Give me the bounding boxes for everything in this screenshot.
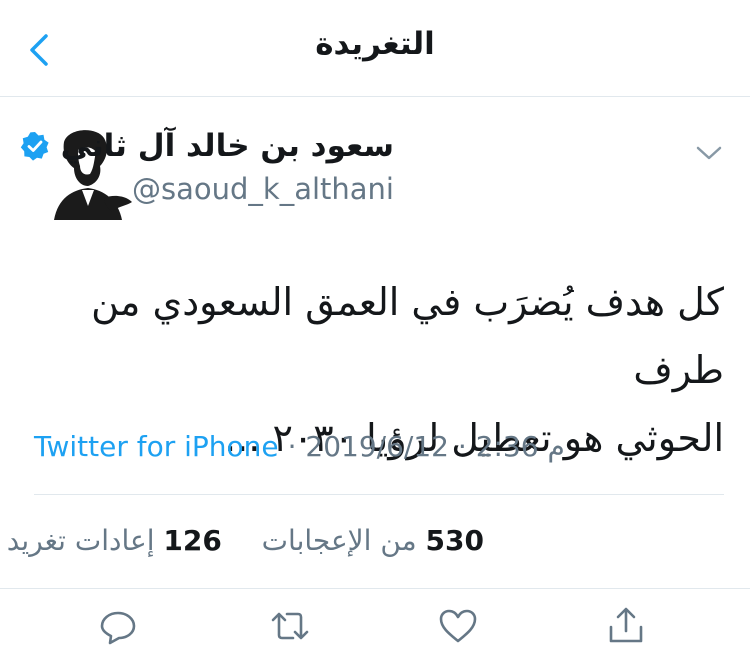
page-title: التغريدة bbox=[315, 26, 435, 62]
action-bar bbox=[0, 604, 750, 654]
divider bbox=[0, 588, 750, 589]
tweet-time: 2:36 م bbox=[475, 430, 565, 463]
tweet-text-line-1: كل هدف يُضرَب في العمق السعودي من طرف bbox=[91, 280, 724, 392]
display-name[interactable]: سعود بن خالد آل ثاني bbox=[61, 128, 394, 164]
separator: · bbox=[457, 430, 476, 463]
retweets-stat[interactable]: 126 إعادات تغريد bbox=[7, 524, 222, 557]
like-icon[interactable] bbox=[436, 604, 480, 648]
verified-badge-icon bbox=[20, 132, 49, 161]
handle[interactable]: @saoud_k_althani bbox=[132, 172, 394, 206]
retweets-label: إعادات تغريد bbox=[6, 524, 155, 557]
reply-icon[interactable] bbox=[96, 604, 140, 648]
share-icon[interactable] bbox=[604, 604, 648, 648]
likes-label: من الإعجابات bbox=[261, 524, 417, 557]
engagement-stats: 530 من الإعجابات 126 إعادات تغريد bbox=[7, 524, 484, 557]
likes-count: 530 bbox=[425, 524, 484, 557]
likes-stat[interactable]: 530 من الإعجابات bbox=[253, 524, 484, 557]
tweet-date: 2019/6/12 bbox=[305, 430, 449, 463]
top-bar: التغريدة bbox=[0, 0, 750, 97]
separator: · bbox=[287, 430, 306, 463]
retweet-icon[interactable] bbox=[268, 604, 312, 648]
source-link[interactable]: Twitter for iPhone bbox=[34, 430, 279, 463]
retweets-count: 126 bbox=[163, 524, 222, 557]
divider bbox=[34, 494, 724, 495]
author-name-row[interactable]: سعود بن خالد آل ثاني bbox=[19, 128, 394, 164]
tweet-metadata: Twitter for iPhone · 2019/6/12 · 2:36 م bbox=[34, 430, 565, 463]
chevron-down-icon[interactable] bbox=[692, 142, 726, 164]
